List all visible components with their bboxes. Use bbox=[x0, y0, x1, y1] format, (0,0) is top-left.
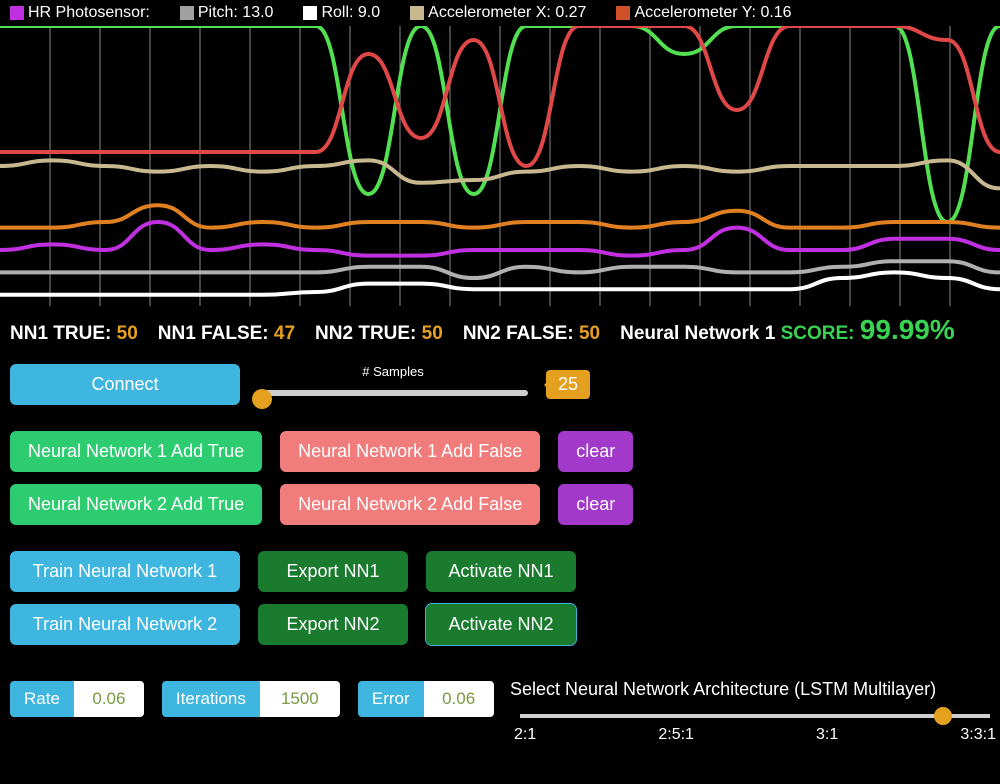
export-nn1-button[interactable]: Export NN1 bbox=[258, 551, 408, 592]
legend-swatch-icon bbox=[10, 6, 24, 20]
activate-nn2-button[interactable]: Activate NN2 bbox=[426, 604, 576, 645]
score-value: 99.99% bbox=[860, 314, 955, 345]
nn2-true-label: NN2 TRUE: bbox=[315, 323, 416, 344]
activate-nn1-button[interactable]: Activate NN1 bbox=[426, 551, 576, 592]
nn2-false-label: NN2 FALSE: bbox=[463, 323, 574, 344]
rate-input[interactable] bbox=[74, 681, 144, 717]
stats-row: NN1 TRUE: 50 NN1 FALSE: 47 NN2 TRUE: 50 … bbox=[0, 306, 1000, 354]
legend-item: Roll: 9.0 bbox=[303, 4, 380, 22]
legend-item: Pitch: 13.0 bbox=[180, 4, 274, 22]
train-nn2-button[interactable]: Train Neural Network 2 bbox=[10, 604, 240, 645]
legend-item: Accelerometer Y: 0.16 bbox=[616, 4, 791, 22]
export-nn2-button[interactable]: Export NN2 bbox=[258, 604, 408, 645]
error-input[interactable] bbox=[424, 681, 494, 717]
rate-label: Rate bbox=[10, 681, 74, 717]
nn1-false-label: NN1 FALSE: bbox=[158, 323, 269, 344]
arch-tick: 3:1 bbox=[816, 726, 838, 744]
legend-label: HR Photosensor: bbox=[28, 4, 150, 22]
architecture-selector[interactable]: Select Neural Network Architecture (LSTM… bbox=[510, 679, 1000, 744]
legend-label: Roll: 9.0 bbox=[321, 4, 380, 22]
arch-tick: 2:5:1 bbox=[658, 726, 694, 744]
nn1-true-label: NN1 TRUE: bbox=[10, 323, 111, 344]
legend-swatch-icon bbox=[616, 6, 630, 20]
nn2-add-true-button[interactable]: Neural Network 2 Add True bbox=[10, 484, 262, 525]
arch-slider-thumb-icon[interactable] bbox=[934, 707, 952, 725]
nn1-false-value: 47 bbox=[274, 323, 295, 344]
score-word: SCORE: bbox=[781, 323, 855, 344]
legend-swatch-icon bbox=[303, 6, 317, 20]
legend-swatch-icon bbox=[410, 6, 424, 20]
iterations-input[interactable] bbox=[260, 681, 340, 717]
samples-slider[interactable]: # Samples bbox=[258, 382, 528, 388]
arch-tick: 2:1 bbox=[514, 726, 536, 744]
sensor-chart bbox=[0, 26, 1000, 306]
architecture-title: Select Neural Network Architecture (LSTM… bbox=[510, 679, 1000, 700]
samples-label: # Samples bbox=[362, 364, 423, 379]
nn2-clear-button[interactable]: clear bbox=[558, 484, 633, 525]
connect-button[interactable]: Connect bbox=[10, 364, 240, 405]
iterations-label: Iterations bbox=[162, 681, 260, 717]
nn1-true-value: 50 bbox=[117, 323, 138, 344]
legend-label: Accelerometer X: 0.27 bbox=[428, 4, 586, 22]
arch-tick: 3:3:1 bbox=[960, 726, 996, 744]
nn1-clear-button[interactable]: clear bbox=[558, 431, 633, 472]
legend-label: Accelerometer Y: 0.16 bbox=[634, 4, 791, 22]
error-label: Error bbox=[358, 681, 424, 717]
nn2-true-value: 50 bbox=[422, 323, 443, 344]
train-nn1-button[interactable]: Train Neural Network 1 bbox=[10, 551, 240, 592]
legend-label: Pitch: 13.0 bbox=[198, 4, 274, 22]
nn2-false-value: 50 bbox=[579, 323, 600, 344]
legend-item: Accelerometer X: 0.27 bbox=[410, 4, 586, 22]
legend-swatch-icon bbox=[180, 6, 194, 20]
slider-thumb-icon[interactable] bbox=[252, 389, 272, 409]
nn2-add-false-button[interactable]: Neural Network 2 Add False bbox=[280, 484, 540, 525]
legend-item: HR Photosensor: bbox=[10, 4, 150, 22]
nn1-add-true-button[interactable]: Neural Network 1 Add True bbox=[10, 431, 262, 472]
score-title: Neural Network 1 bbox=[620, 323, 775, 344]
sensor-legend: HR Photosensor: Pitch: 13.0 Roll: 9.0 Accel… bbox=[0, 0, 1000, 26]
samples-badge: 25 bbox=[546, 370, 590, 399]
nn1-add-false-button[interactable]: Neural Network 1 Add False bbox=[280, 431, 540, 472]
